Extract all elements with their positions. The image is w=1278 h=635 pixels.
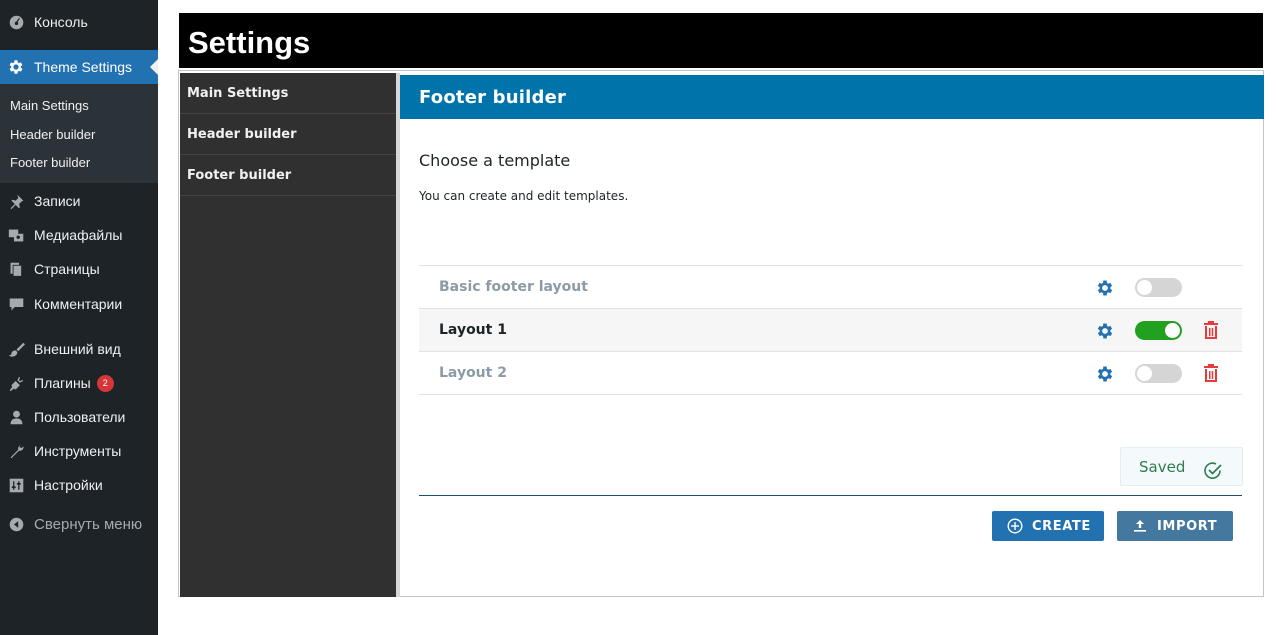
dashboard-icon bbox=[7, 13, 25, 31]
check-circle-icon bbox=[1203, 457, 1223, 479]
create-label: CREATE bbox=[1032, 518, 1091, 534]
sidebar-item-console[interactable]: Консоль bbox=[0, 5, 158, 39]
saved-status: Saved bbox=[1120, 447, 1243, 486]
nav-item-footer-builder[interactable]: Footer builder bbox=[180, 155, 396, 196]
theme-settings-submenu: Main Settings Header builder Footer buil… bbox=[0, 84, 158, 183]
template-toggle[interactable] bbox=[1135, 278, 1182, 297]
sidebar-item-media[interactable]: Медиафайлы bbox=[0, 218, 158, 252]
nav-item-header-builder[interactable]: Header builder bbox=[180, 114, 396, 155]
sidebar-item-plugins[interactable]: Плагины 2 bbox=[0, 366, 158, 400]
plugin-icon bbox=[7, 374, 25, 392]
sidebar-item-posts[interactable]: Записи bbox=[0, 184, 158, 218]
sidebar-item-appearance[interactable]: Внешний вид bbox=[0, 332, 158, 366]
pin-icon bbox=[7, 192, 25, 210]
toggle-knob bbox=[1165, 323, 1180, 338]
collapse-menu-label: Свернуть меню bbox=[34, 515, 143, 533]
sidebar-item-label: Инструменты bbox=[34, 443, 122, 459]
footer-builder-content: Footer builder Choose a template You can… bbox=[400, 73, 1264, 597]
admin-sidebar: Консоль Theme Settings Main Settings Hea… bbox=[0, 0, 158, 635]
template-toggle[interactable] bbox=[1135, 321, 1182, 340]
gear-icon bbox=[7, 58, 25, 76]
section-title: Footer builder bbox=[400, 75, 1264, 119]
sidebar-item-label: Пользователи bbox=[34, 409, 126, 425]
upload-icon bbox=[1131, 517, 1149, 535]
template-list: Basic footer layout Layout 1 Layout 2 bbox=[419, 265, 1242, 395]
nav-item-main-settings[interactable]: Main Settings bbox=[180, 73, 396, 114]
sidebar-item-settings[interactable]: Настройки bbox=[0, 468, 158, 502]
settings-sliders-icon bbox=[7, 476, 25, 494]
sidebar-item-theme-settings[interactable]: Theme Settings bbox=[0, 50, 158, 84]
media-icon bbox=[7, 226, 25, 244]
user-icon bbox=[7, 408, 25, 426]
sidebar-item-label: Theme Settings bbox=[34, 59, 133, 75]
sidebar-item-label: Внешний вид bbox=[34, 341, 121, 357]
template-row: Layout 1 bbox=[419, 309, 1242, 352]
submenu-item-header-builder[interactable]: Header builder bbox=[10, 127, 95, 142]
gear-icon[interactable] bbox=[1095, 278, 1115, 298]
template-name: Basic footer layout bbox=[439, 279, 588, 295]
template-name: Layout 1 bbox=[439, 322, 507, 338]
template-row: Layout 2 bbox=[419, 352, 1242, 395]
sidebar-item-label: Комментарии bbox=[34, 296, 123, 312]
comment-icon bbox=[7, 295, 25, 313]
sidebar-item-label: Плагины bbox=[34, 375, 91, 391]
plugin-update-badge: 2 bbox=[96, 374, 114, 392]
plus-circle-icon bbox=[1006, 517, 1024, 535]
sidebar-item-users[interactable]: Пользователи bbox=[0, 400, 158, 434]
template-toggle[interactable] bbox=[1135, 364, 1182, 383]
pages-icon bbox=[7, 260, 25, 278]
section-divider bbox=[419, 495, 1242, 496]
trash-icon[interactable] bbox=[1202, 320, 1222, 342]
collapse-arrow-icon bbox=[7, 515, 25, 533]
sidebar-item-label: Консоль bbox=[34, 14, 88, 30]
template-name: Layout 2 bbox=[439, 365, 507, 381]
submenu-item-main-settings[interactable]: Main Settings bbox=[10, 98, 89, 113]
import-button[interactable]: IMPORT bbox=[1117, 511, 1233, 541]
gear-icon[interactable] bbox=[1095, 364, 1115, 384]
template-row: Basic footer layout bbox=[419, 266, 1242, 309]
sidebar-item-label: Записи bbox=[34, 193, 81, 209]
create-button[interactable]: CREATE bbox=[992, 511, 1104, 541]
collapse-menu-button[interactable]: Свернуть меню bbox=[0, 507, 158, 541]
wrench-icon bbox=[7, 442, 25, 460]
settings-panel: Main Settings Header builder Footer buil… bbox=[178, 70, 1264, 597]
sidebar-item-label: Медиафайлы bbox=[34, 227, 123, 243]
brush-icon bbox=[7, 340, 25, 358]
toggle-knob bbox=[1137, 366, 1152, 381]
submenu-item-footer-builder[interactable]: Footer builder bbox=[10, 155, 90, 170]
saved-label: Saved bbox=[1139, 458, 1186, 476]
page-title: Settings bbox=[179, 13, 1263, 68]
sidebar-item-label: Страницы bbox=[34, 261, 100, 277]
trash-icon[interactable] bbox=[1202, 363, 1222, 385]
sidebar-item-tools[interactable]: Инструменты bbox=[0, 434, 158, 468]
sidebar-item-pages[interactable]: Страницы bbox=[0, 252, 158, 286]
toggle-knob bbox=[1137, 280, 1152, 295]
choose-template-heading: Choose a template bbox=[419, 151, 571, 170]
settings-nav: Main Settings Header builder Footer buil… bbox=[180, 73, 396, 597]
template-description: You can create and edit templates. bbox=[419, 189, 629, 203]
import-label: IMPORT bbox=[1157, 518, 1218, 534]
gear-icon[interactable] bbox=[1095, 321, 1115, 341]
sidebar-item-label: Настройки bbox=[34, 477, 103, 493]
sidebar-item-comments[interactable]: Комментарии bbox=[0, 287, 158, 321]
